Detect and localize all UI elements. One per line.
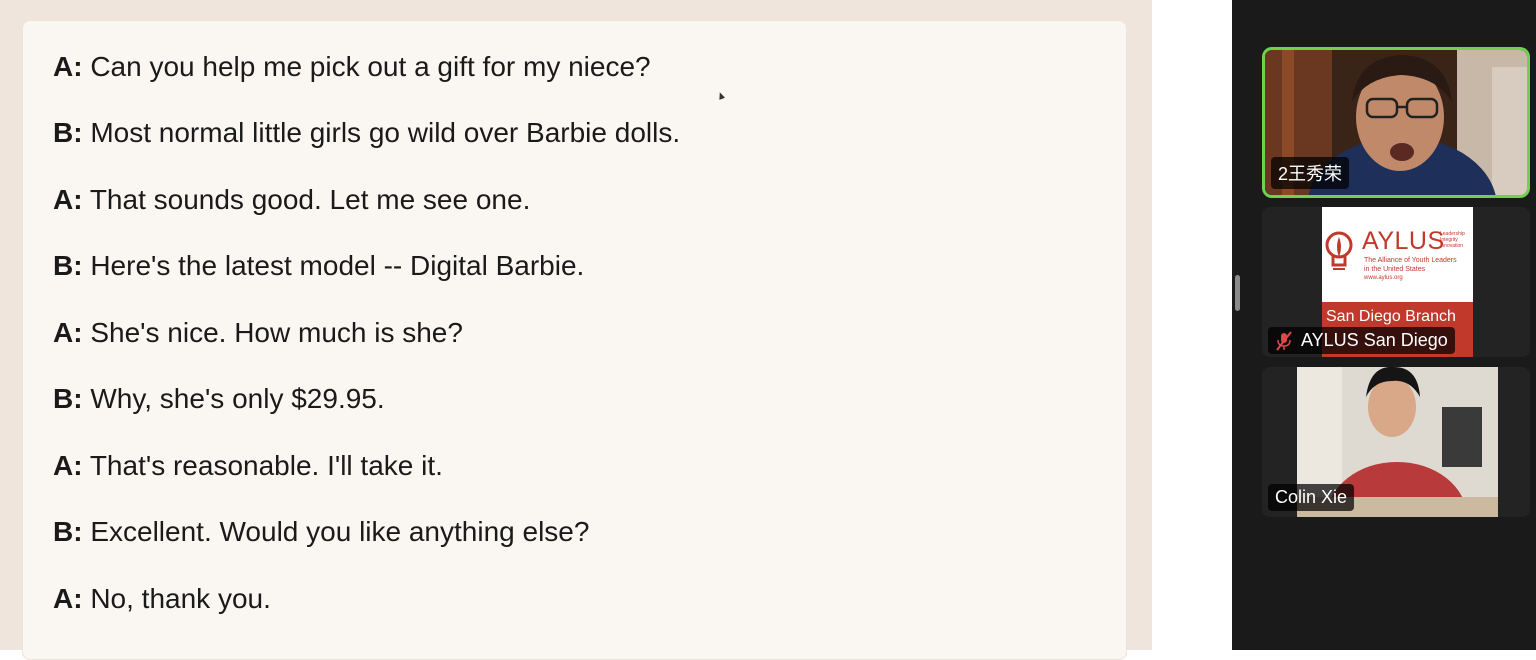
- participant-name: AYLUS San Diego: [1301, 330, 1448, 350]
- speaker-label: A:: [53, 51, 83, 82]
- line-text: She's nice. How much is she?: [90, 317, 463, 348]
- participant-name-tag: 2王秀荣: [1271, 157, 1350, 189]
- participant-name-tag: Colin Xie: [1268, 484, 1355, 511]
- org-line: in the United States: [1364, 266, 1426, 273]
- speaker-label: B:: [53, 117, 83, 148]
- line-text: No, thank you.: [90, 583, 271, 614]
- participant-tile-3[interactable]: Colin Xie: [1262, 367, 1530, 517]
- dialogue-line: A: She's nice. How much is she?: [53, 317, 463, 349]
- tagline-word: Innovation: [1440, 243, 1464, 249]
- dialogue-line: B: Most normal little girls go wild over…: [53, 117, 680, 149]
- line-text: Excellent. Would you like anything else?: [90, 516, 590, 547]
- speaker-label: B:: [53, 250, 83, 281]
- org-url: www.aylus.org: [1364, 275, 1403, 281]
- speaker-label: A:: [53, 317, 83, 348]
- line-text: Here's the latest model -- Digital Barbi…: [90, 250, 585, 281]
- speaker-label: B:: [53, 383, 83, 414]
- speaker-label: A:: [53, 450, 83, 481]
- dialogue-line: A: Can you help me pick out a gift for m…: [53, 51, 651, 83]
- participant-name: Colin Xie: [1275, 487, 1348, 507]
- aylus-org-text: The Alliance of Youth Leaders in the Uni…: [1364, 256, 1457, 283]
- dialogue-line: B: Here's the latest model -- Digital Ba…: [53, 250, 584, 282]
- line-text: That sounds good. Let me see one.: [89, 184, 531, 215]
- resize-handle[interactable]: [1235, 275, 1240, 311]
- aylus-tagline: Leadership Integrity Innovation: [1440, 231, 1465, 249]
- window-gap: [1152, 0, 1232, 650]
- aylus-logo-title: AYLUS: [1362, 227, 1445, 255]
- participant-panel: 2王秀荣 AYLUS Leadership Integrity Innovati…: [1232, 0, 1536, 650]
- speaker-label: B:: [53, 516, 83, 547]
- dialogue-line: A: That sounds good. Let me see one.: [53, 184, 530, 216]
- speaker-label: A:: [53, 583, 83, 614]
- participant-tile-2[interactable]: AYLUS Leadership Integrity Innovation Th…: [1262, 207, 1530, 357]
- aylus-branch: San Diego Branch: [1326, 308, 1456, 325]
- line-text: That's reasonable. I'll take it.: [89, 450, 443, 481]
- mic-muted-icon: [1276, 330, 1292, 351]
- line-text: Can you help me pick out a gift for my n…: [90, 51, 651, 82]
- dialogue-card: A: Can you help me pick out a gift for m…: [22, 20, 1127, 660]
- participant-name-tag: AYLUS San Diego: [1268, 327, 1455, 354]
- dialogue-line: B: Why, she's only $29.95.: [53, 383, 385, 415]
- org-line: The Alliance of Youth Leaders: [1364, 257, 1457, 264]
- shared-screen: A: Can you help me pick out a gift for m…: [0, 0, 1152, 660]
- participant-name: 2王秀荣: [1278, 164, 1343, 184]
- participant-tile-1[interactable]: 2王秀荣: [1262, 47, 1530, 198]
- dialogue-line: B: Excellent. Would you like anything el…: [53, 516, 589, 548]
- line-text: Why, she's only $29.95.: [90, 383, 385, 414]
- dialogue-line: A: That's reasonable. I'll take it.: [53, 450, 443, 482]
- dialogue-line: A: No, thank you.: [53, 583, 271, 615]
- line-text: Most normal little girls go wild over Ba…: [90, 117, 681, 148]
- speaker-label: A:: [53, 184, 83, 215]
